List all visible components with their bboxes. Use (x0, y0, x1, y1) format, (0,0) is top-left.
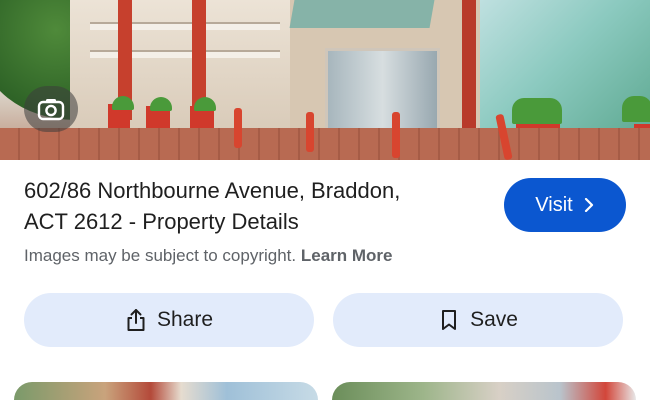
lens-camera-icon (37, 99, 65, 121)
visit-button[interactable]: Visit (504, 178, 626, 232)
save-button-label: Save (470, 308, 518, 331)
bollard (306, 112, 314, 152)
result-title-line-1: 602/86 Northbourne Avenue, Braddon, (24, 178, 401, 203)
result-title-line-2: ACT 2612 - Property Details (24, 209, 299, 234)
hedge (622, 96, 650, 122)
glass-awning (289, 0, 435, 28)
related-image-thumbnail[interactable] (332, 382, 636, 400)
share-icon (127, 309, 145, 331)
related-image-thumbnail[interactable] (14, 382, 318, 400)
building-left (70, 0, 290, 130)
bollard (392, 112, 400, 158)
visit-button-label: Visit (535, 193, 573, 216)
red-column (462, 0, 476, 140)
hero-property-image[interactable] (0, 0, 650, 160)
bookmark-icon (442, 310, 457, 330)
lens-camera-button[interactable] (24, 86, 78, 132)
chevron-right-icon (584, 198, 593, 212)
share-button[interactable]: Share (24, 293, 314, 347)
bollard (234, 108, 242, 148)
result-title[interactable]: 602/86 Northbourne Avenue, Braddon, ACT … (24, 175, 484, 237)
learn-more-link[interactable]: Learn More (301, 246, 393, 265)
copyright-text: Images may be subject to copyright. (24, 246, 297, 265)
hedge (512, 98, 562, 124)
copyright-notice: Images may be subject to copyright. Lear… (24, 246, 393, 266)
brick-paving (0, 128, 650, 160)
save-button[interactable]: Save (333, 293, 623, 347)
glass-entrance-door (325, 48, 440, 138)
share-button-label: Share (156, 308, 214, 331)
